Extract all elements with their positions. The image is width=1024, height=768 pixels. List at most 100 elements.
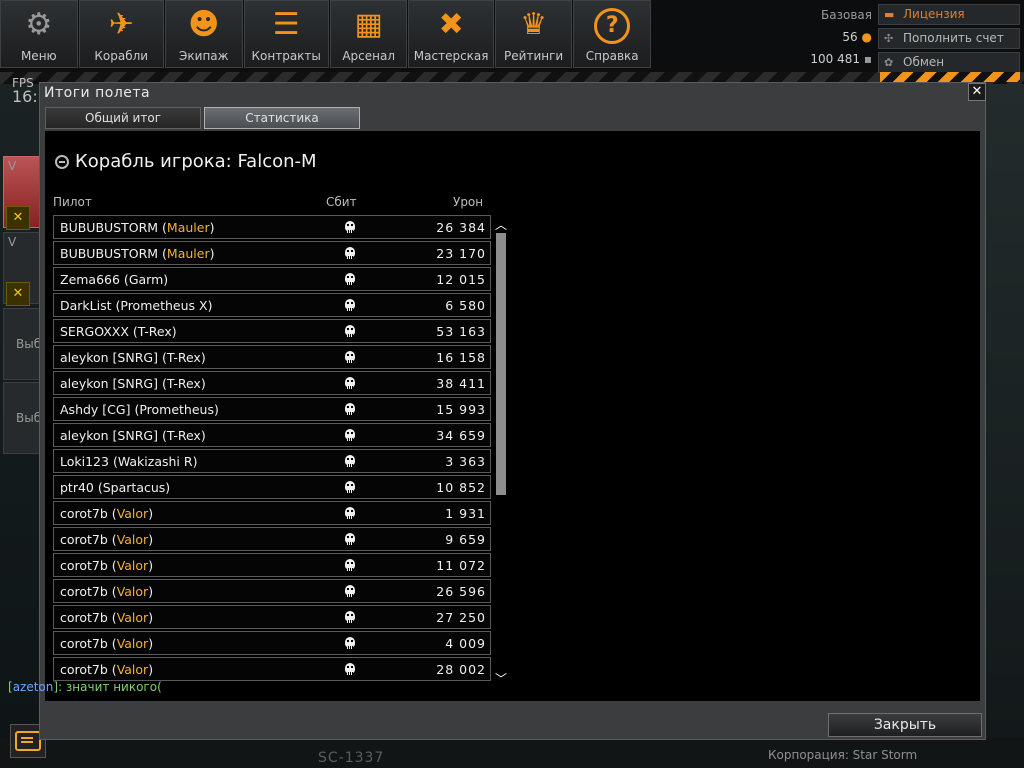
topup-button[interactable]: ✣ Пополнить счет: [878, 28, 1020, 49]
skull-icon: [345, 481, 355, 493]
scrollbar-thumb[interactable]: [496, 233, 506, 495]
skull-icon: [345, 533, 355, 545]
left-slot-empty-1[interactable]: Выб: [3, 308, 41, 380]
damage-value: 23 170: [436, 246, 486, 261]
close-button[interactable]: Закрыть: [828, 713, 982, 737]
skull-icon: [345, 351, 355, 363]
skull-icon: [345, 585, 355, 597]
chat-message: [azeton]: значит никого(: [8, 680, 162, 694]
license-button[interactable]: ▬ Лицензия: [878, 4, 1020, 25]
credits-amount: 100 481: [810, 52, 861, 66]
damage-value: 11 072: [436, 558, 486, 573]
paren: ): [200, 428, 206, 443]
wrench-icon[interactable]: ✕: [6, 282, 30, 306]
nav-ratings-button[interactable]: ♛ Рейтинги: [494, 0, 573, 68]
pilot-cell: corot7b (Valor): [60, 636, 153, 651]
pilot-cell: SERGOXXX (T-Rex): [60, 324, 177, 339]
paren: ): [200, 376, 206, 391]
contract-icon: ☰: [272, 7, 300, 42]
ship-name: Prometheus: [139, 402, 214, 417]
close-icon[interactable]: ✕: [968, 83, 986, 101]
damage-value: 9 659: [445, 532, 486, 547]
table-row: corot7b (Valor) 4 009: [53, 631, 491, 655]
ship-heading-text: Корабль игрока: Falcon-M: [75, 151, 317, 172]
pilot-cell: corot7b (Valor): [60, 662, 153, 677]
skull-icon: [345, 507, 355, 519]
table-row: aleykon [SNRG] (T-Rex) 38 411: [53, 371, 491, 395]
table-row: Zema666 (Garm) 12 015: [53, 267, 491, 291]
skull-icon: [345, 403, 355, 415]
ship-name: Spartacus: [102, 480, 166, 495]
pilot-cell: DarkList (Prometheus X): [60, 298, 212, 313]
damage-value: 15 993: [436, 402, 486, 417]
nav-menu-button[interactable]: ⚙ Меню: [0, 0, 78, 68]
ship-code: SC-1337: [318, 750, 385, 766]
left-slot-empty-2[interactable]: Выб: [3, 382, 41, 454]
nav-ships-button[interactable]: ✈ Корабли: [78, 0, 164, 68]
skull-icon: [345, 247, 355, 259]
nav-label: Рейтинги: [504, 49, 564, 63]
pilot-name: corot7b: [60, 584, 108, 599]
pilot-name: aleykon [SNRG]: [60, 376, 158, 391]
nav-label: Арсенал: [342, 49, 396, 63]
stats-table: BUBUBUSTORM (Mauler) 26 384 BUBUBUSTORM (M…: [53, 215, 491, 683]
help-question-icon: ?: [594, 8, 631, 44]
pilot-cell: aleykon [SNRG] (T-Rex): [60, 428, 206, 443]
paren: ): [148, 506, 154, 521]
nav-crew-button[interactable]: ☻ Экипаж: [164, 0, 243, 68]
ship-name: T-Rex: [166, 376, 201, 391]
damage-value: 12 015: [436, 272, 486, 287]
skull-icon: [345, 221, 355, 233]
nav-help-button[interactable]: ? Справка: [573, 0, 651, 68]
damage-value: 34 659: [436, 428, 486, 443]
topup-label: Пополнить счет: [903, 31, 1004, 45]
slot-rank: V: [8, 159, 17, 173]
damage-value: 38 411: [436, 376, 486, 391]
column-header-damage: Урон: [453, 195, 484, 209]
table-row: corot7b (Valor) 11 072: [53, 553, 491, 577]
exchange-button[interactable]: ✿ Обмен: [878, 52, 1020, 73]
statistics-panel: Корабль игрока: Falcon-M Пилот Сбит Урон…: [45, 131, 980, 701]
license-icon: ▬: [884, 8, 895, 21]
table-row: corot7b (Valor) 9 659: [53, 527, 491, 551]
nav-contracts-button[interactable]: ☰ Контракты: [243, 0, 329, 68]
ship-badge-icon: [55, 154, 69, 169]
wrench-icon[interactable]: ✕: [6, 206, 30, 230]
paren: (: [130, 402, 140, 417]
paren: ): [163, 272, 169, 287]
arsenal-crates-icon: ▦: [354, 7, 383, 42]
gold-coin-icon: ●: [861, 30, 872, 44]
paren: ): [148, 662, 154, 677]
fps-readout: FPS 16:: [12, 76, 38, 105]
ship-name: Valor: [116, 532, 149, 547]
skull-icon: [345, 299, 355, 311]
table-row: DarkList (Prometheus X) 6 580: [53, 293, 491, 317]
pilot-name: DarkList: [60, 298, 112, 313]
pilot-cell: corot7b (Valor): [60, 610, 153, 625]
pilot-name: Zema666: [60, 272, 120, 287]
ship-name: Garm: [128, 272, 164, 287]
tab-statistics[interactable]: Статистика: [204, 107, 360, 129]
damage-value: 4 009: [445, 636, 486, 651]
chat-icon: [15, 731, 41, 751]
pilot-name: aleykon [SNRG]: [60, 428, 158, 443]
ratings-wings-icon: ♛: [520, 7, 548, 42]
pilot-cell: Ashdy [CG] (Prometheus): [60, 402, 219, 417]
scroll-down-icon[interactable]: ﹀: [494, 673, 508, 685]
flight-results-dialog: Итоги полета ✕ Общий итог Статистика Кор…: [39, 82, 986, 740]
hazard-stripe-right: [880, 72, 1020, 82]
nav-label: Корабли: [94, 49, 149, 63]
nav-arsenal-button[interactable]: ▦ Арсенал: [329, 0, 408, 68]
paren: ): [192, 454, 198, 469]
pilot-cell: BUBUBUSTORM (Mauler): [60, 246, 214, 261]
skull-icon: [345, 559, 355, 571]
chat-nick[interactable]: azeton: [13, 680, 54, 694]
nav-workshop-button[interactable]: ✖ Мастерская: [408, 0, 494, 68]
corporation-label: Корпорация: Star Storm: [768, 748, 918, 762]
tab-summary[interactable]: Общий итог: [45, 107, 201, 129]
scroll-up-icon[interactable]: ︿: [494, 219, 508, 231]
pilot-name: corot7b: [60, 610, 108, 625]
pilot-cell: corot7b (Valor): [60, 584, 153, 599]
damage-value: 27 250: [436, 610, 486, 625]
paren: ): [209, 220, 215, 235]
